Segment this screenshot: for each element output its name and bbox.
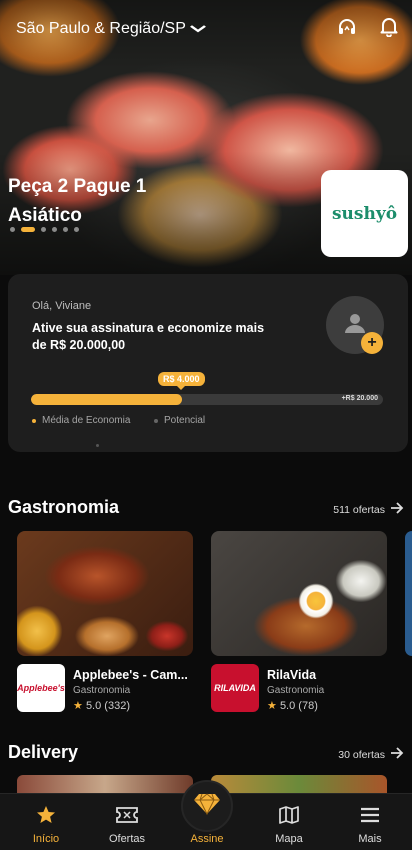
- offers-count: 511 ofertas: [333, 503, 385, 516]
- delivery-card[interactable]: [211, 775, 387, 795]
- promo-line-2: Asiático: [8, 205, 82, 226]
- current-savings-badge: R$ 4.000: [158, 372, 205, 390]
- nav-mapa[interactable]: Mapa: [254, 794, 324, 845]
- see-all-delivery[interactable]: 30 ofertas: [338, 746, 404, 763]
- nav-inicio-label: Início: [32, 833, 60, 845]
- legend-potential-label: Potencial: [164, 415, 206, 426]
- restaurant-photo: [211, 531, 387, 656]
- legend-average-label: Média de Economia: [42, 415, 131, 426]
- support-headset-icon[interactable]: [336, 16, 358, 38]
- map-icon: [279, 805, 299, 829]
- nav-assine[interactable]: [181, 780, 233, 832]
- nav-mais-label: Mais: [358, 833, 382, 845]
- nav-assine-label: Assine: [190, 833, 224, 845]
- legend-average: Média de Economia: [32, 415, 130, 426]
- ticket-icon: [116, 806, 138, 828]
- arrow-right-icon: [390, 501, 404, 518]
- restaurant-card[interactable]: Applebee's Applebee's - Cam... Gastronom…: [17, 531, 193, 712]
- carousel-dot-active: [21, 227, 35, 232]
- delivery-card[interactable]: [17, 775, 193, 795]
- nav-mapa-label: Mapa: [275, 833, 303, 845]
- restaurant-rating: ★ 5.0 (78): [267, 699, 318, 712]
- section-title-delivery: Delivery: [8, 742, 79, 762]
- section-title-gastronomia: Gastronomia: [8, 497, 120, 517]
- restaurant-logo: Applebee's: [17, 664, 65, 712]
- user-icon: [344, 312, 366, 339]
- restaurant-name: Applebee's - Cam...: [73, 668, 188, 682]
- promo-line-1: Peça 2 Pague 1: [8, 176, 147, 197]
- promo-title: Peça 2 Pague 1 Asiático: [8, 172, 146, 230]
- brand-logo-text: sushyô: [331, 203, 398, 224]
- page-indicator-dot: [96, 444, 99, 447]
- greeting: Olá, Viviane: [32, 300, 92, 312]
- location-label: São Paulo & Região/SP: [16, 20, 186, 37]
- savings-progress-bar: [31, 394, 383, 405]
- nav-inicio[interactable]: Início: [11, 794, 81, 845]
- restaurant-card-peek[interactable]: [405, 531, 412, 656]
- plus-icon[interactable]: +: [361, 332, 383, 354]
- star-icon: [36, 805, 56, 830]
- legend-potential: Potencial: [154, 415, 205, 426]
- savings-card: Olá, Viviane Ative sua assinatura e econ…: [8, 274, 408, 452]
- carousel-dot: [10, 227, 15, 232]
- restaurant-logo-text: Applebee's: [17, 683, 65, 693]
- nav-ofertas[interactable]: Ofertas: [92, 794, 162, 845]
- carousel-dot: [63, 227, 68, 232]
- rating-value: 5.0: [279, 700, 296, 712]
- carousel-indicator: [10, 227, 79, 232]
- bell-icon[interactable]: [378, 16, 400, 38]
- restaurant-category: Gastronomia: [73, 685, 131, 696]
- diamond-icon: [193, 793, 221, 820]
- subscription-message: Ative sua assinatura e economize mais de…: [32, 321, 265, 352]
- offers-count: 30 ofertas: [338, 748, 385, 761]
- nav-ofertas-label: Ofertas: [108, 833, 146, 845]
- review-count: (332): [104, 700, 130, 712]
- rating-value: 5.0: [85, 700, 102, 712]
- carousel-dot: [41, 227, 46, 232]
- chevron-down-icon: [189, 22, 206, 36]
- legend-dot: [32, 418, 36, 423]
- restaurant-category: Gastronomia: [267, 685, 325, 696]
- legend-dot: [154, 418, 158, 423]
- star-icon: ★: [267, 700, 277, 712]
- carousel-dot: [52, 227, 57, 232]
- nav-mais[interactable]: Mais: [335, 794, 405, 845]
- arrow-right-icon: [390, 746, 404, 763]
- restaurant-logo: RILAVIDA: [211, 664, 259, 712]
- restaurant-rating: ★ 5.0 (332): [73, 699, 130, 712]
- restaurant-name: RilaVida: [267, 668, 317, 682]
- see-all-gastronomia[interactable]: 511 ofertas: [333, 501, 404, 518]
- restaurant-photo: [17, 531, 193, 656]
- location-selector[interactable]: São Paulo & Região/SP: [16, 20, 206, 38]
- brand-logo[interactable]: sushyô: [321, 170, 408, 257]
- restaurant-card[interactable]: RILAVIDA RilaVida Gastronomia ★ 5.0 (78): [211, 531, 387, 712]
- review-count: (78): [298, 700, 318, 712]
- potential-value: +R$ 20.000: [341, 395, 378, 402]
- star-icon: ★: [73, 700, 83, 712]
- carousel-dot: [74, 227, 79, 232]
- savings-progress-fill: [31, 394, 183, 405]
- restaurant-logo-text: RILAVIDA: [214, 683, 256, 693]
- menu-icon: [360, 807, 380, 828]
